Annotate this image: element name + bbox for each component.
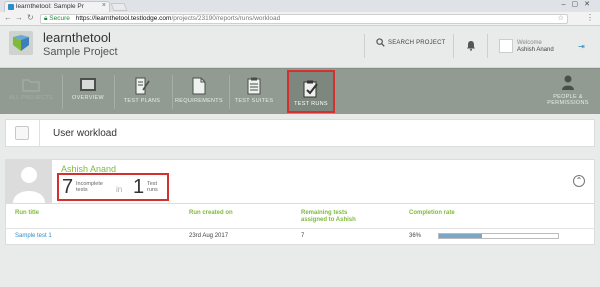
nav-divider — [62, 75, 63, 109]
page-title-bar: User workload — [5, 119, 595, 147]
nav-label: PERMISSIONS — [547, 100, 589, 106]
nav-overview[interactable]: OVERVIEW — [66, 69, 110, 115]
header-user-name: Ashish Anand — [517, 47, 554, 53]
bell-icon[interactable] — [466, 40, 476, 51]
user-workload-card: Ashish Anand 7 Incomplete tests in 1 Test… — [5, 159, 595, 204]
avatar[interactable] — [499, 39, 513, 53]
col-header-completion: Completion rate — [409, 210, 455, 216]
nav-all-projects[interactable]: ALL PROJECTS — [8, 69, 54, 115]
nav-test-suites[interactable]: TEST SUITES — [232, 69, 276, 115]
col-header-remaining: Remaining tests assigned to Ashish — [301, 210, 356, 223]
nav-divider — [172, 75, 173, 109]
nav-label: ALL PROJECTS — [8, 95, 54, 101]
col-header-run-created: Run created on — [189, 210, 233, 216]
collapse-chevron-icon[interactable]: ⌃ — [573, 175, 585, 187]
app-header: learnthetool Sample Project SEARCH PROJE… — [0, 26, 600, 68]
url-domain: https://learnthetool.testlodge.com — [75, 15, 172, 22]
run-title-link[interactable]: Sample test 1 — [15, 233, 52, 239]
nav-test-plans[interactable]: TEST PLANS — [118, 69, 166, 115]
completion-rate-cell: 36% — [409, 233, 422, 239]
header-divider — [487, 34, 488, 58]
overview-icon — [80, 78, 96, 91]
window-controls[interactable]: –▢✕ — [562, 0, 596, 8]
test-plans-icon — [135, 77, 150, 95]
completion-progress-bar — [438, 233, 559, 239]
secure-label: Secure — [49, 15, 70, 22]
nav-people-permissions[interactable]: PEOPLE & PERMISSIONS — [540, 69, 596, 115]
new-tab-button[interactable] — [110, 3, 128, 11]
incomplete-count: 7 — [62, 176, 74, 198]
browser-tab[interactable]: learnthetool: Sample Pr × — [4, 1, 110, 12]
header-divider — [364, 34, 365, 58]
address-bar-row: ← → ↻ 🔒︎ Secure https://learnthetool.tes… — [0, 12, 600, 26]
forward-arrow-icon[interactable]: → — [15, 13, 23, 22]
folder-icon — [22, 79, 40, 92]
nav-label: TEST PLANS — [123, 98, 161, 104]
search-project-label: SEARCH PROJECT — [388, 40, 446, 47]
test-runs-icon — [303, 80, 318, 98]
run-created-cell: 23rd Aug 2017 — [189, 233, 229, 239]
search-project-button[interactable]: SEARCH PROJECT — [376, 38, 445, 52]
incomplete-label: Incomplete tests — [76, 181, 103, 193]
user-avatar — [6, 160, 52, 203]
nav-requirements[interactable]: REQUIREMENTS — [174, 69, 224, 115]
back-arrow-icon[interactable]: ← — [4, 13, 12, 22]
report-icon — [15, 126, 29, 140]
bookmark-star-icon[interactable]: ☆ — [558, 15, 564, 23]
browser-titlebar: learnthetool: Sample Pr × –▢✕ — [0, 0, 600, 12]
tab-title: learnthetool: Sample Pr — [16, 3, 84, 10]
brand-block: learnthetool Sample Project — [43, 30, 118, 58]
tab-close-icon[interactable]: × — [102, 2, 106, 9]
nav-divider — [229, 75, 230, 109]
module-nav: ALL PROJECTS OVERVIEW TEST PLANS REQUIRE… — [0, 68, 600, 114]
col-header-run-title: Run title — [15, 210, 39, 216]
nav-label: REQUIREMENTS — [175, 98, 223, 104]
user-silhouette-icon — [6, 160, 52, 203]
header-divider — [453, 34, 454, 58]
project-name: Sample Project — [43, 46, 118, 58]
testlodge-logo-icon[interactable] — [9, 31, 33, 55]
page-title: User workload — [53, 128, 117, 139]
nav-divider — [114, 75, 115, 109]
runs-count: 1 — [133, 176, 145, 198]
reload-icon[interactable]: ↻ — [27, 13, 34, 22]
search-icon — [376, 38, 385, 47]
runs-label: Test runs — [147, 181, 158, 193]
progress-fill — [439, 234, 482, 238]
remaining-cell: 7 — [301, 233, 305, 239]
browser-menu-icon[interactable]: ⋮ — [586, 13, 594, 22]
nav-test-runs[interactable]: TEST RUNS — [287, 70, 335, 113]
requirements-icon — [192, 77, 206, 95]
runs-table: Run title Run created on Remaining tests… — [5, 204, 595, 245]
welcome-block[interactable]: Welcome Ashish Anand — [517, 40, 554, 54]
test-suites-icon — [247, 77, 261, 95]
workload-summary: 7 Incomplete tests in 1 Test runs — [57, 173, 169, 201]
url-field[interactable]: 🔒︎ Secure https://learnthetool.testlodge… — [40, 14, 568, 24]
brand-name: learnthetool — [43, 30, 111, 45]
in-label: in — [116, 185, 123, 194]
lock-icon: 🔒︎ — [44, 15, 48, 22]
welcome-label: Welcome — [517, 40, 542, 46]
favicon-icon — [8, 4, 14, 10]
nav-label: TEST SUITES — [234, 98, 274, 104]
people-icon — [562, 75, 574, 90]
nav-label: OVERVIEW — [72, 95, 104, 101]
nav-label: TEST RUNS — [294, 101, 328, 107]
title-divider — [39, 120, 40, 146]
logout-icon[interactable]: ⇥ — [578, 42, 585, 51]
url-path: /projects/23190/reports/runs/workload — [171, 15, 281, 22]
row-divider — [6, 228, 594, 229]
